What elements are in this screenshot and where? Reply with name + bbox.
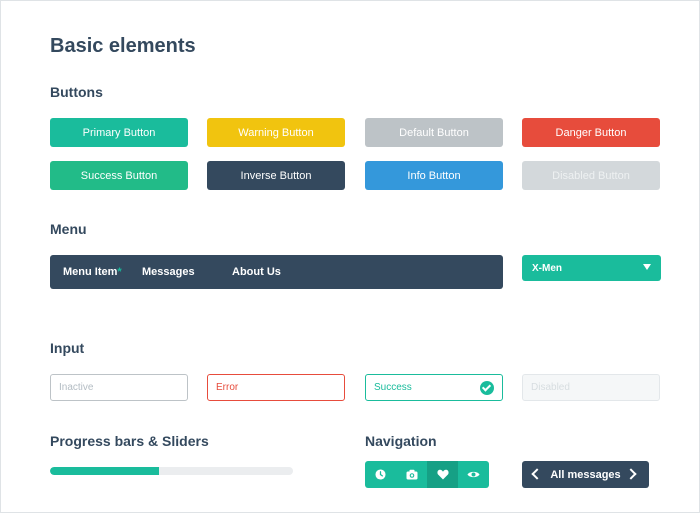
menu-bar: Menu Item* Messages About Us bbox=[50, 255, 503, 289]
camera-icon bbox=[406, 469, 417, 480]
xmen-dropdown[interactable]: X-Men bbox=[522, 255, 661, 281]
camera-button[interactable] bbox=[396, 461, 427, 488]
chevron-left-icon[interactable] bbox=[531, 468, 543, 480]
warning-button[interactable]: Warning Button bbox=[207, 118, 345, 147]
clock-button[interactable] bbox=[365, 461, 396, 488]
progress-bar bbox=[50, 467, 293, 475]
error-input[interactable]: Error bbox=[207, 374, 345, 401]
menu-item-label: Menu Item bbox=[63, 266, 118, 278]
dropdown-value: X-Men bbox=[532, 262, 562, 274]
success-value: Success bbox=[374, 382, 412, 393]
eye-icon bbox=[467, 471, 480, 478]
info-button[interactable]: Info Button bbox=[365, 161, 503, 190]
messages-pager: All messages bbox=[522, 461, 649, 488]
eye-button[interactable] bbox=[458, 461, 489, 488]
menu-item-badge: * bbox=[117, 266, 122, 278]
error-value: Error bbox=[216, 382, 239, 393]
chevron-right-icon[interactable] bbox=[625, 468, 637, 480]
inverse-button[interactable]: Inverse Button bbox=[207, 161, 345, 190]
navigation-heading: Navigation bbox=[365, 433, 437, 449]
success-button[interactable]: Success Button bbox=[50, 161, 188, 190]
clock-icon bbox=[375, 469, 386, 480]
menu-heading: Menu bbox=[50, 221, 87, 237]
icon-button-group bbox=[365, 461, 489, 488]
check-circle-icon bbox=[480, 381, 494, 395]
heart-icon bbox=[436, 469, 449, 480]
progress-fill bbox=[50, 467, 160, 475]
input-heading: Input bbox=[50, 340, 85, 356]
danger-button[interactable]: Danger Button bbox=[522, 118, 660, 147]
pager-label[interactable]: All messages bbox=[550, 469, 620, 481]
buttons-heading: Buttons bbox=[50, 84, 103, 100]
inactive-placeholder: Inactive bbox=[59, 382, 94, 393]
page-title: Basic elements bbox=[50, 35, 196, 57]
disabled-input: Disabled bbox=[522, 374, 660, 401]
progress-heading: Progress bars & Sliders bbox=[50, 433, 209, 449]
heart-button[interactable] bbox=[427, 461, 458, 488]
primary-button[interactable]: Primary Button bbox=[50, 118, 188, 147]
disabled-button: Disabled Button bbox=[522, 161, 660, 190]
menu-item-messages[interactable]: Messages bbox=[142, 266, 195, 278]
caret-down-icon bbox=[643, 264, 651, 270]
disabled-placeholder: Disabled bbox=[531, 382, 570, 393]
menu-item-about-us[interactable]: About Us bbox=[232, 266, 281, 278]
menu-item-menu-item[interactable]: Menu Item* bbox=[63, 266, 122, 278]
success-input[interactable]: Success bbox=[365, 374, 503, 401]
inactive-input[interactable]: Inactive bbox=[50, 374, 188, 401]
default-button[interactable]: Default Button bbox=[365, 118, 503, 147]
